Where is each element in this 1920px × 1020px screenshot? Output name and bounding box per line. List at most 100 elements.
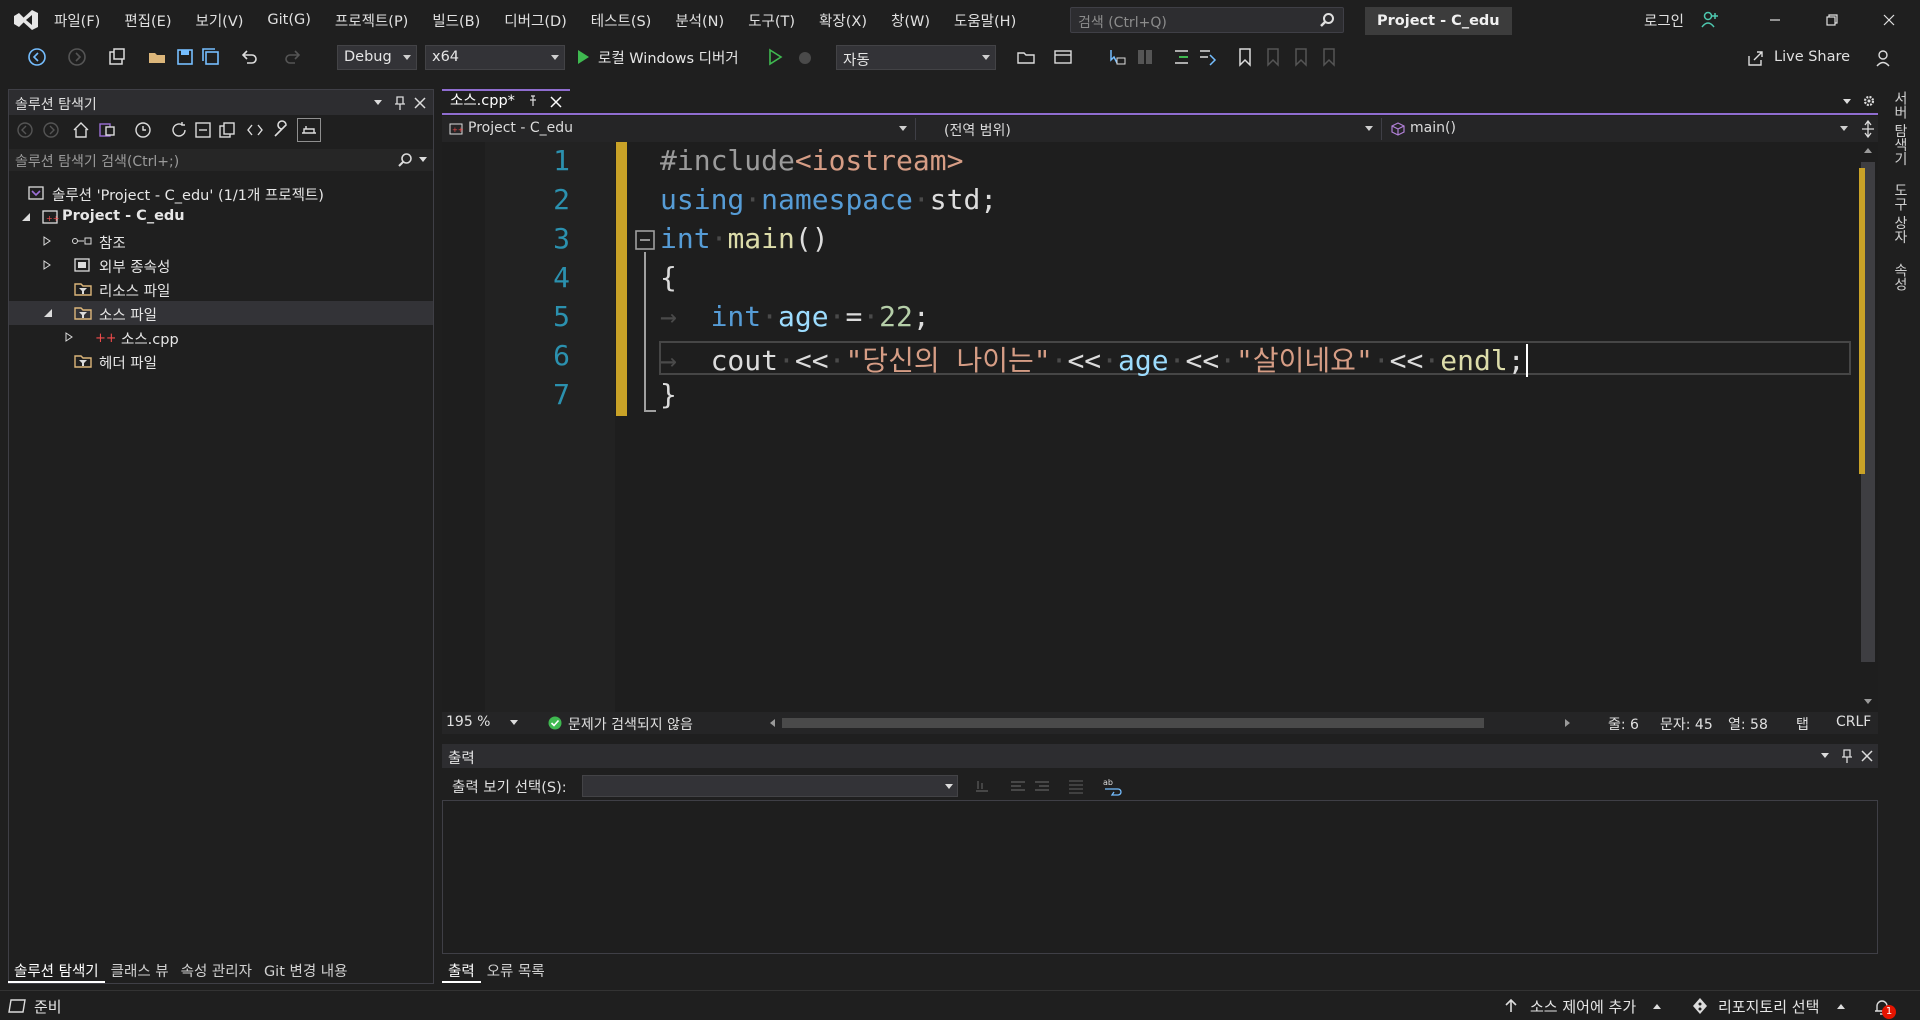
tree-item-solution[interactable]: 솔루션 'Project - C_edu' (1/1개 프로젝트) [9, 181, 433, 205]
properties-wrench-icon[interactable] [271, 120, 291, 140]
collapsed-arrow-icon[interactable] [43, 236, 51, 246]
pin-icon[interactable] [393, 95, 407, 111]
switch-views-icon[interactable] [97, 120, 117, 140]
preview-selected-button[interactable] [297, 118, 321, 142]
next-message-icon[interactable] [1032, 777, 1052, 795]
tree-item-source-cpp[interactable]: ++ 소스.cpp [9, 325, 433, 349]
indent-icon[interactable] [1170, 46, 1192, 68]
back-icon[interactable] [15, 120, 35, 140]
open-folder-icon[interactable] [146, 46, 168, 68]
close-icon[interactable] [1860, 749, 1874, 763]
tree-item-external-deps[interactable]: 외부 종속성 [9, 253, 433, 277]
scroll-left-icon[interactable] [768, 718, 776, 728]
expanded-arrow-icon[interactable] [43, 308, 53, 318]
menu-debug[interactable]: 디버그(D) [492, 10, 579, 31]
solution-search-input[interactable]: 솔루션 탐색기 검색(Ctrl+;) [9, 149, 433, 171]
pin-icon[interactable] [1840, 748, 1854, 764]
chevron-up-icon[interactable] [1652, 1002, 1662, 1010]
refresh-icon[interactable] [169, 120, 189, 140]
chevron-up-icon[interactable] [1836, 1002, 1846, 1010]
menu-help[interactable]: 도움말(H) [942, 10, 1028, 31]
back-icon[interactable] [26, 46, 48, 68]
visual-studio-logo-icon[interactable] [12, 8, 40, 32]
select-element-icon[interactable] [1106, 46, 1128, 68]
collapse-all-icon[interactable] [193, 120, 213, 140]
menu-build[interactable]: 빌드(B) [420, 10, 492, 31]
gear-icon[interactable] [1862, 94, 1876, 108]
save-icon[interactable] [174, 46, 196, 68]
redo-icon[interactable] [282, 46, 304, 68]
view-code-icon[interactable] [245, 120, 265, 140]
new-project-icon[interactable] [106, 46, 128, 68]
configuration-select[interactable]: Debug [337, 45, 417, 70]
prev-bookmark-icon[interactable] [1262, 46, 1284, 68]
close-icon[interactable] [550, 96, 562, 108]
menu-project[interactable]: 프로젝트(P) [323, 10, 420, 31]
tab-output[interactable]: 출력 [442, 957, 481, 983]
menu-extensions[interactable]: 확장(X) [807, 10, 879, 31]
menu-view[interactable]: 보기(V) [184, 10, 256, 31]
tree-item-references[interactable]: 참조 [9, 229, 433, 253]
person-add-icon[interactable] [1700, 10, 1720, 30]
line-indicator[interactable]: 줄: 6 [1608, 714, 1639, 734]
menu-test[interactable]: 테스트(S) [579, 10, 664, 31]
line-ending[interactable]: CRLF [1836, 714, 1871, 730]
tab-git-changes[interactable]: Git 변경 내용 [258, 957, 354, 983]
chevron-down-icon[interactable] [1842, 98, 1852, 106]
horizontal-scrollbar-thumb[interactable] [782, 718, 1484, 728]
split-editor-icon[interactable] [1860, 120, 1876, 138]
tab-property-manager[interactable]: 속성 관리자 [175, 957, 258, 983]
collapsed-arrow-icon[interactable] [43, 260, 51, 270]
rail-toolbox[interactable]: 도구 상자 [1890, 183, 1910, 243]
indent-mode[interactable]: 탭 [1796, 714, 1809, 734]
close-icon[interactable] [413, 96, 427, 110]
output-content[interactable] [442, 800, 1878, 954]
forward-icon[interactable] [41, 120, 61, 140]
restore-icon[interactable] [1820, 8, 1844, 32]
document-tab-source-cpp[interactable]: 소스.cpp* [442, 89, 570, 113]
find-message-icon[interactable] [972, 777, 992, 795]
char-indicator[interactable]: 문자: 45 [1660, 714, 1713, 734]
code-editor[interactable] [442, 142, 1878, 712]
issues-status[interactable]: 문제가 검색되지 않음 [568, 714, 693, 734]
tab-error-list[interactable]: 오류 목록 [481, 957, 551, 983]
comment-icon[interactable] [1196, 46, 1218, 68]
menu-tools[interactable]: 도구(T) [736, 10, 807, 31]
live-share-button[interactable]: Live Share [1774, 49, 1850, 65]
close-window-icon[interactable] [1877, 8, 1901, 32]
menu-window[interactable]: 창(W) [879, 10, 942, 31]
clear-all-icon[interactable] [1066, 777, 1086, 795]
tab-solution-explorer[interactable]: 솔루션 탐색기 [8, 957, 105, 983]
collapsed-arrow-icon[interactable] [65, 332, 73, 342]
menu-git[interactable]: Git(G) [255, 12, 323, 28]
previous-message-icon[interactable] [1008, 777, 1028, 795]
platform-select[interactable]: x64 [425, 45, 565, 70]
select-repository-button[interactable]: 리포지토리 선택 [1718, 996, 1819, 1017]
add-to-source-control-button[interactable]: 소스 제어에 추가 [1530, 996, 1636, 1017]
pin-icon[interactable] [528, 95, 540, 109]
tree-item-project[interactable]: ++ Project - C_edu [9, 205, 433, 229]
chevron-down-icon[interactable] [419, 157, 427, 163]
next-bookmark-icon[interactable] [1290, 46, 1312, 68]
search-input[interactable]: 검색 (Ctrl+Q) [1070, 7, 1344, 33]
tree-item-source-files[interactable]: 소스 파일 [9, 301, 433, 325]
scroll-right-icon[interactable] [1564, 718, 1572, 728]
scope-navigation-select[interactable]: (전역 범위) [918, 118, 1382, 140]
auto-select[interactable]: 자동 [836, 45, 996, 70]
tree-item-resource-files[interactable]: 리소스 파일 [9, 277, 433, 301]
home-icon[interactable] [71, 120, 91, 140]
tab-class-view[interactable]: 클래스 뷰 [105, 957, 175, 983]
show-all-files-icon[interactable] [217, 120, 237, 140]
live-share-icon[interactable] [1746, 48, 1766, 68]
login-link[interactable]: 로그인 [1644, 10, 1684, 31]
chevron-down-icon[interactable] [373, 99, 383, 107]
zoom-select[interactable]: 195 % [446, 714, 520, 732]
collapse-outline-icon[interactable] [634, 229, 656, 251]
menu-analyze[interactable]: 분석(N) [663, 10, 736, 31]
clear-bookmarks-icon[interactable] [1318, 46, 1340, 68]
tree-item-header-files[interactable]: 헤더 파일 [9, 349, 433, 373]
pending-changes-icon[interactable] [133, 120, 153, 140]
menu-edit[interactable]: 편집(E) [112, 10, 183, 31]
word-wrap-icon[interactable]: ab [1102, 776, 1124, 796]
scroll-down-icon[interactable] [1863, 698, 1873, 706]
